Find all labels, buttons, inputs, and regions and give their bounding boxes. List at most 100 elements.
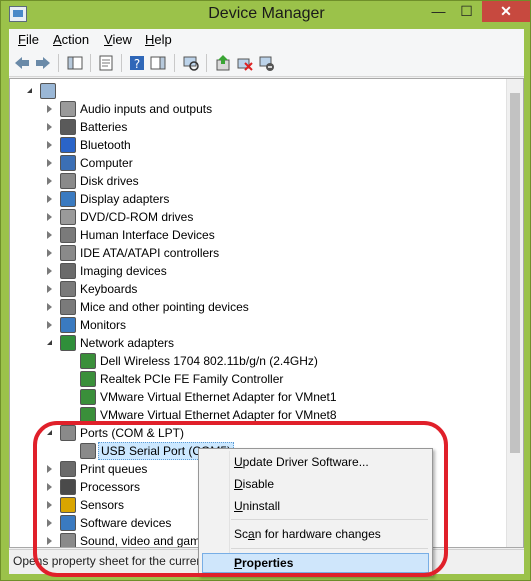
collapsed-arrow-icon[interactable] <box>47 195 52 203</box>
collapsed-arrow-icon[interactable] <box>47 123 52 131</box>
svg-text:?: ? <box>134 57 140 71</box>
scan-hardware-icon[interactable] <box>182 54 200 72</box>
menu-uninstall[interactable]: Uninstall <box>234 496 280 516</box>
collapsed-arrow-icon[interactable] <box>47 537 52 545</box>
menu-file[interactable]: File <box>18 32 39 47</box>
collapsed-arrow-icon[interactable] <box>47 465 52 473</box>
tree-category-keyboards[interactable]: Keyboards <box>10 280 506 298</box>
sound-video-game-icon <box>60 533 76 547</box>
uninstall-device-icon[interactable] <box>257 54 275 72</box>
device-label: Dell Wireless 1704 802.11b/g/n (2.4GHz) <box>100 354 318 368</box>
collapsed-arrow-icon[interactable] <box>47 249 52 257</box>
menu-bar: File Action View Help <box>9 29 524 49</box>
tree-root[interactable] <box>10 82 506 100</box>
collapsed-arrow-icon[interactable] <box>47 231 52 239</box>
collapsed-arrow-icon[interactable] <box>47 213 52 221</box>
menu-action[interactable]: Action <box>53 32 89 47</box>
tree-category-batteries[interactable]: Batteries <box>10 118 506 136</box>
vertical-scrollbar[interactable] <box>506 79 523 547</box>
tree-device-network-2[interactable]: VMware Virtual Ethernet Adapter for VMne… <box>10 388 506 406</box>
menu-scan-hardware-changes[interactable]: Scan for hardware changes <box>234 524 381 544</box>
properties-icon[interactable] <box>97 54 115 72</box>
network-adapter-icon <box>80 407 96 423</box>
menu-disable[interactable]: Disable <box>234 474 274 494</box>
tree-device-network-3[interactable]: VMware Virtual Ethernet Adapter for VMne… <box>10 406 506 424</box>
display-adapters-icon <box>60 191 76 207</box>
menu-properties[interactable]: Properties <box>234 553 293 573</box>
sensors-icon <box>60 497 76 513</box>
tree-category-ide-ata-atapi[interactable]: IDE ATA/ATAPI controllers <box>10 244 506 262</box>
expanded-arrow-icon[interactable] <box>27 88 32 93</box>
category-label: Keyboards <box>80 282 138 296</box>
help-icon[interactable]: ? <box>128 54 146 72</box>
expanded-arrow-icon[interactable] <box>47 340 52 345</box>
collapsed-arrow-icon[interactable] <box>47 303 52 311</box>
category-label: Software devices <box>80 516 172 530</box>
tree-category-network-adapters[interactable]: Network adapters <box>10 334 506 352</box>
maximize-button[interactable]: ☐ <box>453 1 480 22</box>
batteries-icon <box>60 119 76 135</box>
menu-view[interactable]: View <box>104 32 132 47</box>
processors-icon <box>60 479 76 495</box>
ide-ata-atapi-icon <box>60 245 76 261</box>
toolbar-separator <box>174 54 175 72</box>
category-label: Sensors <box>80 498 125 512</box>
collapsed-arrow-icon[interactable] <box>47 141 52 149</box>
minimize-button[interactable]: — <box>425 1 452 22</box>
tree-category-display-adapters[interactable]: Display adapters <box>10 190 506 208</box>
mice-icon <box>60 299 76 315</box>
menu-help[interactable]: Help <box>145 32 172 47</box>
scrollbar-thumb[interactable] <box>510 93 520 453</box>
category-label: Sound, video and game <box>80 534 207 548</box>
computer-icon <box>60 155 76 171</box>
disable-device-icon[interactable] <box>235 54 253 72</box>
expanded-arrow-icon[interactable] <box>47 430 52 435</box>
tree-category-imaging-devices[interactable]: Imaging devices <box>10 262 506 280</box>
update-driver-icon[interactable] <box>214 54 232 72</box>
tree-category-dvd-cd-rom[interactable]: DVD/CD-ROM drives <box>10 208 506 226</box>
tree-category-mice[interactable]: Mice and other pointing devices <box>10 298 506 316</box>
collapsed-arrow-icon[interactable] <box>47 105 52 113</box>
collapsed-arrow-icon[interactable] <box>47 159 52 167</box>
collapsed-arrow-icon[interactable] <box>47 501 52 509</box>
back-icon[interactable] <box>13 54 31 72</box>
tree-device-network-1[interactable]: Realtek PCIe FE Family Controller <box>10 370 506 388</box>
collapsed-arrow-icon[interactable] <box>47 483 52 491</box>
tree-category-computer[interactable]: Computer <box>10 154 506 172</box>
tree-category-hid[interactable]: Human Interface Devices <box>10 226 506 244</box>
port-icon <box>80 443 96 459</box>
close-button[interactable]: ✕ <box>482 1 530 22</box>
toolbar-separator <box>58 54 59 72</box>
software-devices-icon <box>60 515 76 531</box>
category-label: Processors <box>80 480 141 494</box>
disk-drives-icon <box>60 173 76 189</box>
toolbar-separator <box>121 54 122 72</box>
show-hide-console-tree-icon[interactable] <box>66 54 84 72</box>
tree-category-monitors[interactable]: Monitors <box>10 316 506 334</box>
imaging-devices-icon <box>60 263 76 279</box>
collapsed-arrow-icon[interactable] <box>47 177 52 185</box>
collapsed-arrow-icon[interactable] <box>47 519 52 527</box>
tree-category-ports[interactable]: Ports (COM & LPT) <box>10 424 506 442</box>
tree-category-disk-drives[interactable]: Disk drives <box>10 172 506 190</box>
menu-update-driver-software[interactable]: Update Driver Software... <box>234 452 369 472</box>
toolbar-separator <box>206 54 207 72</box>
device-label: VMware Virtual Ethernet Adapter for VMne… <box>100 408 337 422</box>
tree-category-audio[interactable]: Audio inputs and outputs <box>10 100 506 118</box>
category-label: DVD/CD-ROM drives <box>80 210 194 224</box>
forward-icon[interactable] <box>34 54 52 72</box>
collapsed-arrow-icon[interactable] <box>47 321 52 329</box>
title-bar[interactable]: Device Manager — ☐ ✕ <box>1 1 531 29</box>
monitors-icon <box>60 317 76 333</box>
collapsed-arrow-icon[interactable] <box>47 285 52 293</box>
category-label: IDE ATA/ATAPI controllers <box>80 246 220 260</box>
tree-device-network-0[interactable]: Dell Wireless 1704 802.11b/g/n (2.4GHz) <box>10 352 506 370</box>
tree-category-bluetooth[interactable]: Bluetooth <box>10 136 506 154</box>
category-label: Human Interface Devices <box>80 228 215 242</box>
show-hide-action-pane-icon[interactable] <box>149 54 167 72</box>
network-adapter-icon <box>80 371 96 387</box>
print-queues-icon <box>60 461 76 477</box>
category-label: Mice and other pointing devices <box>80 300 249 314</box>
collapsed-arrow-icon[interactable] <box>47 267 52 275</box>
bluetooth-icon <box>60 137 76 153</box>
